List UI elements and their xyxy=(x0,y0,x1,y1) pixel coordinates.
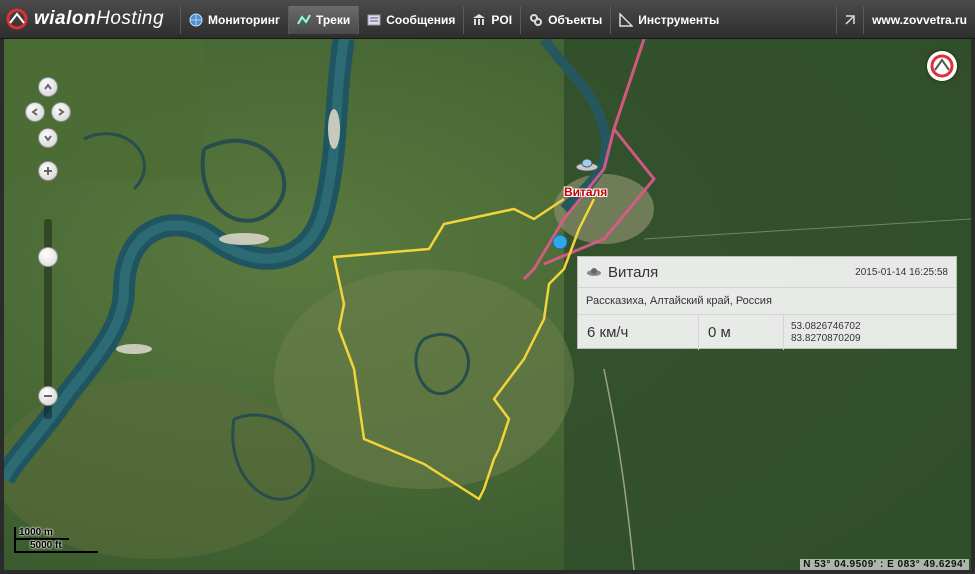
site-link[interactable]: www.zovvetra.ru xyxy=(863,6,975,34)
popup-coordinates: 53.0826746702 83.8270870209 xyxy=(784,315,868,350)
zoom-slider-handle[interactable] xyxy=(38,247,58,267)
nav-poi-label: POI xyxy=(491,13,513,27)
scale-metric: 1000 m xyxy=(14,527,69,540)
map-view[interactable]: Виталя Виталя 2015-01-14 16:25:58 Расска… xyxy=(4,39,971,570)
nav-poi[interactable]: POI xyxy=(463,6,520,34)
wialon-logo-icon xyxy=(6,8,28,30)
popup-latitude: 53.0826746702 xyxy=(791,320,861,332)
chevron-right-icon xyxy=(58,108,65,116)
map-provider-button[interactable] xyxy=(927,51,957,81)
nav-objects-label: Объекты xyxy=(548,13,603,27)
expand-button[interactable] xyxy=(836,6,863,34)
popup-speed: 6 км/ч xyxy=(578,315,699,350)
main-nav: Мониторинг Треки Сообщения POI Объекты И… xyxy=(180,6,727,34)
popup-timestamp: 2015-01-14 16:25:58 xyxy=(855,266,948,278)
objects-icon xyxy=(530,14,543,26)
expand-icon xyxy=(845,15,855,25)
logo-text: wialonHosting xyxy=(34,8,165,29)
wialon-logo-icon xyxy=(930,54,954,78)
nav-monitoring-label: Мониторинг xyxy=(208,13,280,27)
track-icon xyxy=(297,14,311,25)
nav-tools[interactable]: Инструменты xyxy=(610,6,727,34)
pan-right-button[interactable] xyxy=(51,102,71,122)
chevron-up-icon xyxy=(44,83,52,90)
popup-header: Виталя 2015-01-14 16:25:58 xyxy=(578,257,956,288)
pan-left-button[interactable] xyxy=(25,102,45,122)
chevron-down-icon xyxy=(44,135,52,142)
scale-imperial: 5000 ft xyxy=(14,540,98,553)
pan-up-button[interactable] xyxy=(38,77,58,97)
unit-map-label[interactable]: Виталя xyxy=(564,185,607,199)
globe-icon xyxy=(189,13,203,27)
popup-longitude: 83.8270870209 xyxy=(791,332,861,344)
plus-icon xyxy=(44,167,52,175)
nav-messages-label: Сообщения xyxy=(386,13,456,27)
popup-unit-name: Виталя xyxy=(608,263,659,281)
map-scale: 1000 m 5000 ft xyxy=(14,527,98,553)
popup-stats-row: 6 км/ч 0 м 53.0826746702 83.8270870209 xyxy=(578,315,956,350)
nav-objects[interactable]: Объекты xyxy=(520,6,610,34)
nav-tracks-label: Треки xyxy=(315,13,351,27)
minus-icon xyxy=(44,395,52,397)
popup-address: Рассказиха, Алтайский край, Россия xyxy=(578,288,956,315)
nav-tools-label: Инструменты xyxy=(638,13,720,27)
poi-icon xyxy=(473,14,486,25)
unit-marker xyxy=(552,234,568,250)
ufo-icon xyxy=(587,268,601,276)
nav-tracks[interactable]: Треки xyxy=(287,6,359,34)
messages-icon xyxy=(367,14,381,26)
pan-down-button[interactable] xyxy=(38,128,58,148)
chevron-left-icon xyxy=(31,108,38,116)
cursor-coordinates: N 53° 04.9509' : E 083° 49.6294' xyxy=(800,559,969,570)
zoom-out-button[interactable] xyxy=(38,386,58,406)
unit-info-popup: Виталя 2015-01-14 16:25:58 Рассказиха, А… xyxy=(577,256,957,350)
header-right: www.zovvetra.ru xyxy=(836,6,975,34)
nav-monitoring[interactable]: Мониторинг xyxy=(180,6,288,34)
popup-altitude: 0 м xyxy=(699,315,784,350)
top-navigation-bar: wialonHosting Мониторинг Треки Сообщения… xyxy=(0,0,975,39)
nav-messages[interactable]: Сообщения xyxy=(358,6,463,34)
wialon-logo[interactable]: wialonHosting xyxy=(6,4,164,34)
tools-icon xyxy=(619,13,634,27)
zoom-in-button[interactable] xyxy=(38,161,58,181)
